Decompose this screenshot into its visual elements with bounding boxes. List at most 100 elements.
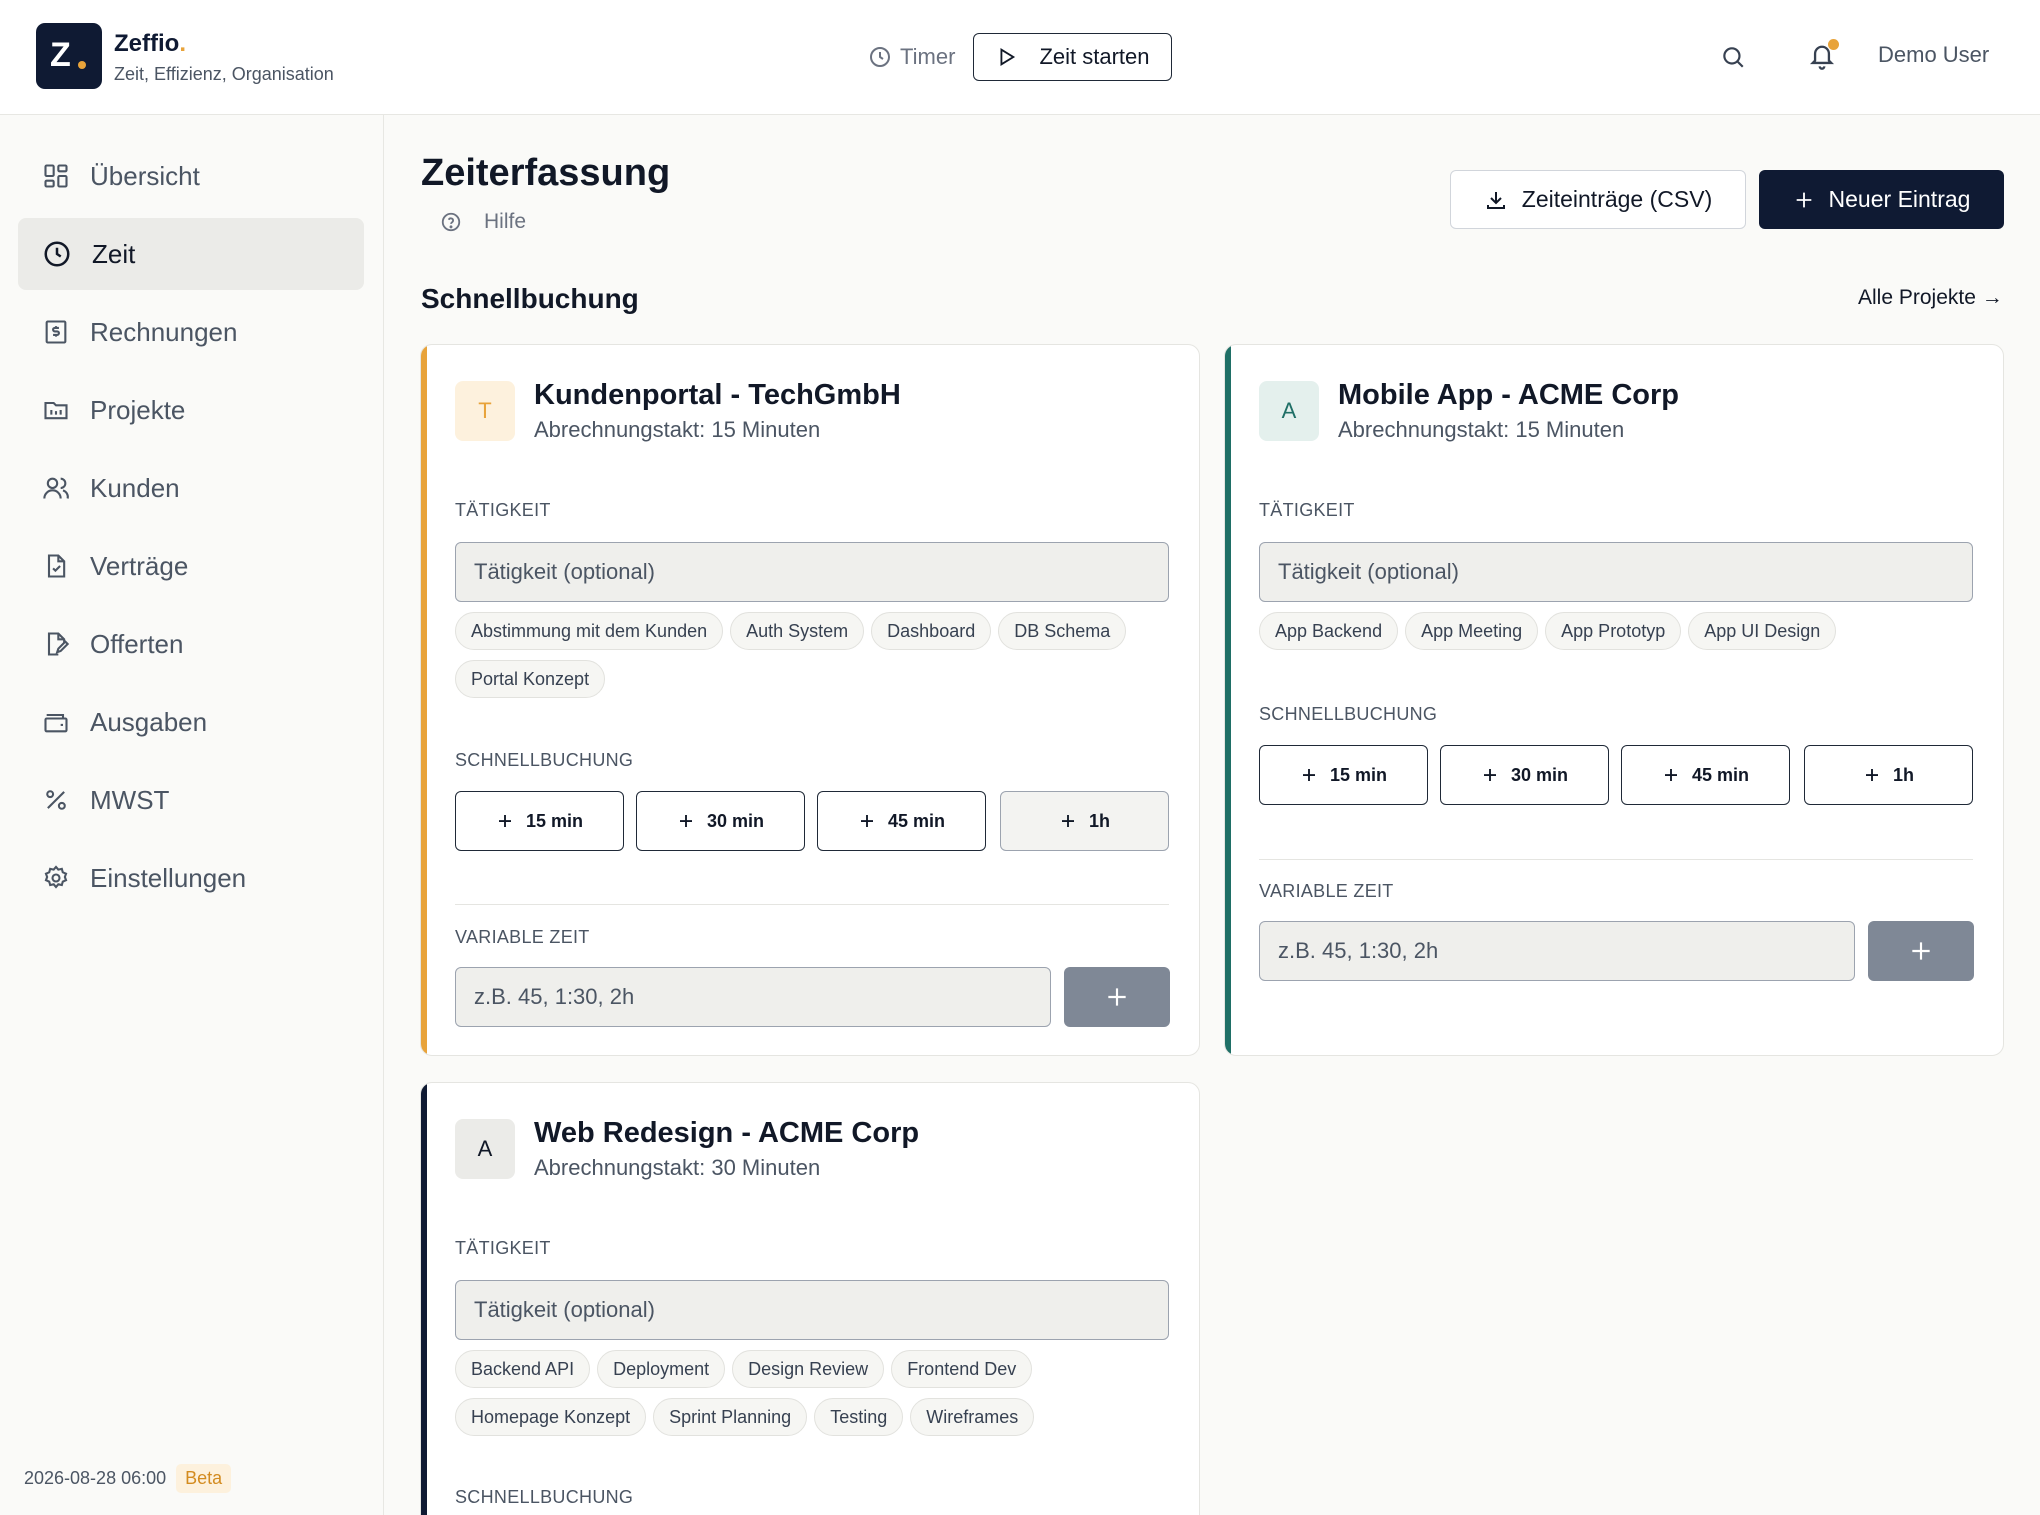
sidebar-item-label: Ausgaben (90, 706, 208, 737)
activity-chips: App Backend App Meeting App Prototyp App… (1259, 612, 1979, 650)
quick-label: 30 min (706, 810, 765, 831)
activity-chip[interactable]: App Backend (1259, 612, 1399, 650)
section-title: Schnellbuchung (421, 283, 639, 314)
project-billing: Abrechnungstakt: 15 Minuten (534, 417, 821, 442)
activity-chip[interactable]: Backend API (455, 1350, 591, 1388)
sidebar-item-label: Zeit (92, 238, 136, 269)
page-title: Zeiterfassung (421, 152, 671, 194)
quick-30-button[interactable]: 30 min (1440, 745, 1609, 805)
sidebar-footer: 2026-08-28 06:00 Beta (24, 1464, 232, 1493)
sidebar-item-vertraege[interactable]: Verträge (18, 530, 364, 602)
plus-icon (498, 815, 511, 827)
activity-chip[interactable]: Dashboard (871, 612, 992, 650)
project-card: A Web Redesign - ACME Corp Abrechnungsta… (420, 1082, 1200, 1515)
sidebar-item-label: MWST (90, 784, 170, 815)
help-link[interactable]: Hilfe (440, 210, 526, 234)
question-icon (441, 212, 461, 232)
contract-icon (47, 554, 66, 578)
quick-label: 30 min (1510, 764, 1569, 785)
brand-tagline: Zeit, Effizienz, Organisation (114, 64, 334, 84)
plus-icon (1108, 988, 1126, 1006)
card-divider (1259, 859, 1973, 860)
sidebar-item-rechnungen[interactable]: Rechnungen (18, 296, 364, 368)
new-entry-button[interactable]: Neuer Eintrag (1759, 170, 2004, 229)
export-csv-button[interactable]: Zeiteinträge (CSV) (1450, 170, 1746, 229)
project-card: T Kundenportal - TechGmbH Abrechnungstak… (420, 344, 1200, 1056)
invoice-icon (45, 320, 67, 344)
quick-15-button[interactable]: 15 min (455, 791, 624, 851)
start-timer-label: Zeit starten (1039, 44, 1150, 69)
quick-1h-button[interactable]: 1h (1000, 791, 1169, 851)
activity-input[interactable] (1259, 542, 1973, 602)
start-timer-button[interactable]: Zeit starten (973, 33, 1172, 81)
quick-45-button[interactable]: 45 min (1621, 745, 1790, 805)
top-header: Z Zeffio. Zeit, Effizienz, Organisation … (0, 0, 2040, 115)
quick-30-button[interactable]: 30 min (636, 791, 805, 851)
sidebar-item-mwst[interactable]: MWST (18, 764, 364, 836)
activity-chip[interactable]: Frontend Dev (891, 1350, 1033, 1388)
activity-chip[interactable]: App Prototyp (1545, 612, 1682, 650)
project-avatar: A (1259, 381, 1319, 441)
variable-time-input[interactable] (455, 967, 1051, 1027)
timer-indicator: Timer (868, 40, 955, 74)
quick-45-button[interactable]: 45 min (817, 791, 986, 851)
sidebar-item-label: Verträge (90, 550, 189, 581)
activity-chip[interactable]: App Meeting (1405, 612, 1539, 650)
sidebar-item-offerten[interactable]: Offerten (18, 608, 364, 680)
sidebar-item-uebersicht[interactable]: Übersicht (18, 140, 364, 212)
plus-icon (1483, 769, 1496, 781)
sidebar-item-projekte[interactable]: Projekte (18, 374, 364, 446)
sidebar-item-einstellungen[interactable]: Einstellungen (18, 842, 364, 914)
activity-input[interactable] (455, 1280, 1169, 1340)
plus-icon (1796, 192, 1811, 207)
activity-chip[interactable]: Sprint Planning (653, 1398, 808, 1436)
activity-chip[interactable]: Wireframes (910, 1398, 1035, 1436)
download-icon (1486, 191, 1505, 209)
quick-label: 15 min (525, 810, 584, 831)
plus-icon (679, 815, 692, 827)
sidebar: Übersicht Zeit Rechnungen Projekte Kunde… (0, 115, 384, 1515)
app-logo[interactable]: Z (36, 23, 102, 89)
offer-icon (47, 632, 70, 656)
user-menu[interactable]: Demo User (1878, 42, 1989, 68)
activity-input[interactable] (455, 542, 1169, 602)
variable-time-label: VARIABLE ZEIT (455, 927, 590, 947)
quick-label: 45 min (887, 810, 946, 831)
gear-icon (44, 865, 68, 889)
plus-icon (1061, 815, 1074, 827)
activity-chip[interactable]: Testing (814, 1398, 904, 1436)
activity-chip[interactable]: DB Schema (998, 612, 1127, 650)
activity-chip[interactable]: App UI Design (1688, 612, 1837, 650)
sidebar-item-label: Übersicht (90, 160, 200, 191)
all-projects-link[interactable]: Alle Projekte → (1858, 286, 2003, 310)
sidebar-item-kunden[interactable]: Kunden (18, 452, 364, 524)
quick-label: 1h (1088, 810, 1110, 831)
activity-chip[interactable]: Homepage Konzept (455, 1398, 647, 1436)
variable-time-input[interactable] (1259, 921, 1855, 981)
project-billing: Abrechnungstakt: 30 Minuten (534, 1155, 821, 1180)
quick-1h-button[interactable]: 1h (1804, 745, 1973, 805)
sidebar-item-ausgaben[interactable]: Ausgaben (18, 686, 364, 758)
help-label: Hilfe (484, 210, 527, 233)
add-time-button[interactable] (1868, 921, 1974, 981)
project-name: Mobile App - ACME Corp (1338, 379, 1679, 411)
activity-chip[interactable]: Deployment (597, 1350, 726, 1388)
activity-chip[interactable]: Portal Konzept (455, 660, 606, 698)
activity-chip[interactable]: Auth System (730, 612, 865, 650)
percent-icon (46, 790, 66, 810)
quick-booking-label: SCHNELLBUCHUNG (455, 750, 634, 770)
logo-letter: Z (50, 36, 71, 74)
search-icon[interactable] (1720, 44, 1746, 70)
activity-chip[interactable]: Abstimmung mit dem Kunden (455, 612, 724, 650)
project-billing: Abrechnungstakt: 15 Minuten (1338, 417, 1625, 442)
wallet-icon (44, 713, 68, 733)
quick-15-button[interactable]: 15 min (1259, 745, 1428, 805)
plus-icon (1664, 769, 1677, 781)
sidebar-item-label: Projekte (90, 394, 186, 425)
brand-name: Zeffio. (114, 30, 186, 57)
sidebar-item-zeit[interactable]: Zeit (18, 218, 364, 290)
sidebar-item-label: Kunden (90, 472, 180, 503)
card-divider (455, 904, 1169, 905)
add-time-button[interactable] (1064, 967, 1170, 1027)
activity-chip[interactable]: Design Review (732, 1350, 885, 1388)
